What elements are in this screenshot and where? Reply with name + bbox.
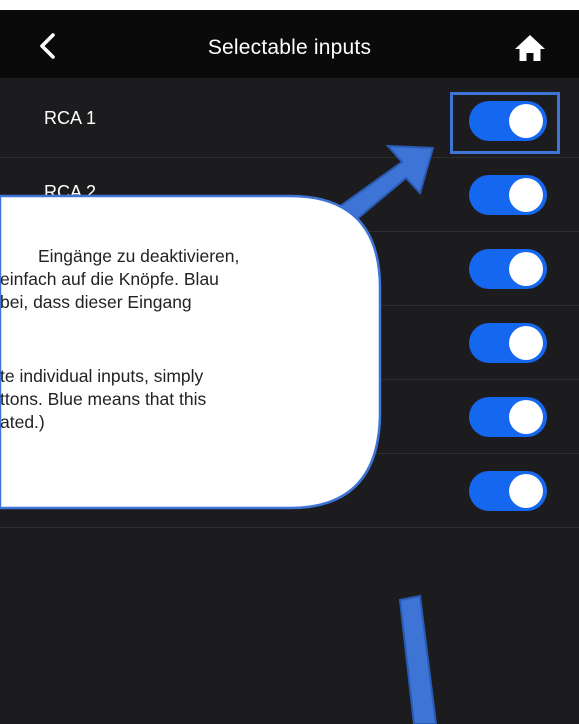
callout-line: ttons. Blue means that this (0, 389, 207, 409)
home-icon[interactable] (514, 34, 546, 62)
callout-line: te individual inputs, simply (0, 366, 204, 386)
callout-line: ated.) (0, 412, 45, 432)
input-toggle[interactable] (469, 397, 547, 437)
header-bar: Selectable inputs (0, 10, 579, 78)
input-toggle[interactable] (469, 323, 547, 363)
input-row (0, 454, 579, 528)
input-row-rca-2: RCA 2 (0, 158, 579, 232)
input-label: RCA 1 (44, 108, 97, 128)
toggle-highlight-box (450, 92, 560, 154)
input-label: RCA 2 (44, 182, 97, 202)
toggle-knob (509, 474, 543, 508)
toggle-knob (509, 326, 543, 360)
callout-line: bei, dass dieser Eingang (0, 292, 192, 312)
input-toggle[interactable] (469, 249, 547, 289)
callout-line: einfach auf die Knöpfe. Blau (0, 269, 219, 289)
input-toggle[interactable] (469, 471, 547, 511)
callout-line: Eingänge zu deaktivieren, (38, 246, 240, 266)
toggle-knob (509, 400, 543, 434)
page-title: Selectable inputs (207, 36, 372, 59)
toggle-knob (509, 178, 543, 212)
input-toggle[interactable] (469, 175, 547, 215)
toggle-knob (509, 252, 543, 286)
